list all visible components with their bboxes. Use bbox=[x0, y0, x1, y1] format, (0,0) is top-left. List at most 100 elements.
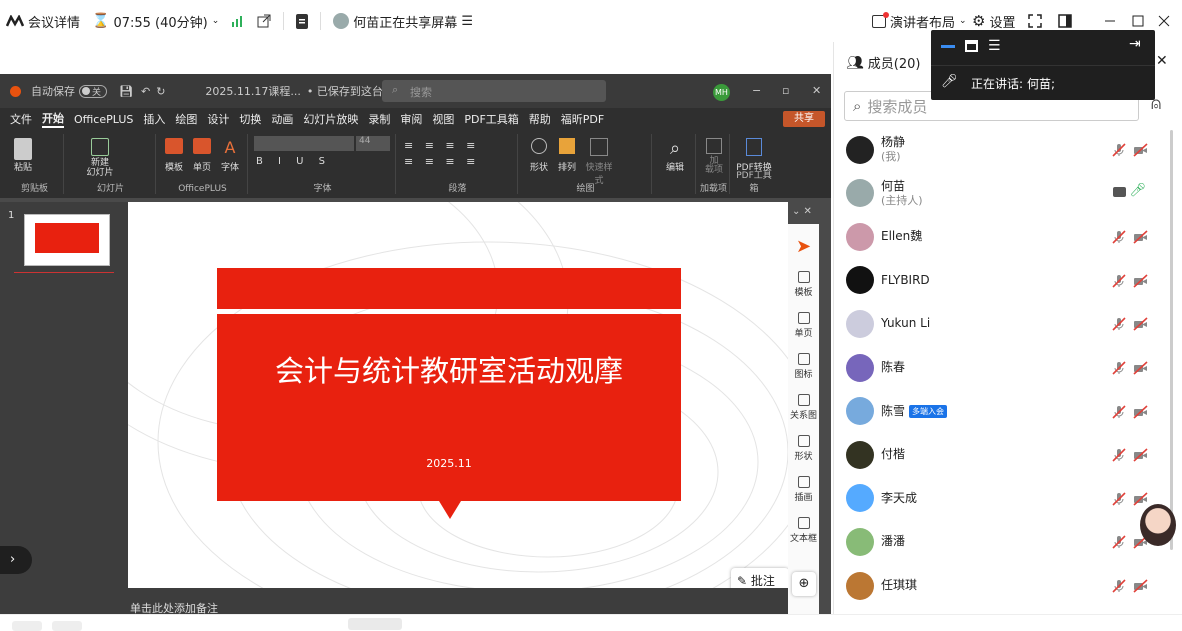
member-row[interactable]: Yukun Li bbox=[834, 302, 1174, 345]
ppt-menu-item[interactable]: 福昕PDF bbox=[561, 111, 604, 127]
side-pane-item[interactable]: 文本框 bbox=[788, 517, 819, 544]
signal-icon[interactable] bbox=[225, 0, 251, 42]
mic-muted-icon[interactable] bbox=[1112, 142, 1126, 157]
toolbar-button[interactable] bbox=[52, 621, 82, 631]
camera-off-icon[interactable] bbox=[1133, 360, 1148, 375]
camera-off-icon[interactable] bbox=[1133, 491, 1148, 506]
template-button[interactable]: 模板 bbox=[162, 138, 186, 173]
side-pane-item[interactable]: 图标 bbox=[788, 353, 819, 380]
mic-muted-icon[interactable] bbox=[1112, 316, 1126, 331]
member-row[interactable]: 陈春 bbox=[834, 346, 1174, 389]
ppt-menu-item[interactable]: 幻灯片放映 bbox=[303, 111, 358, 127]
ppt-menu-item[interactable]: 审阅 bbox=[400, 111, 422, 127]
ppt-menu-item[interactable]: 文件 bbox=[10, 111, 32, 127]
autosave-toggle[interactable]: 关 bbox=[79, 84, 107, 98]
paragraph-buttons[interactable]: ≡ ≡ ≡ ≡ ≡ ≡ ≡ ≡ bbox=[404, 138, 479, 170]
shape-button[interactable]: 形状 bbox=[526, 138, 552, 173]
toolbar-button[interactable] bbox=[12, 621, 42, 631]
annotate-button[interactable]: ✎ 批注 bbox=[731, 568, 788, 588]
share-button[interactable]: 共享 bbox=[783, 111, 825, 127]
mic-muted-icon[interactable] bbox=[1112, 578, 1126, 593]
side-pane-item[interactable]: 形状 bbox=[788, 435, 819, 462]
mic-muted-icon[interactable] bbox=[1112, 273, 1126, 288]
ppt-menu-item[interactable]: 插入 bbox=[143, 111, 165, 127]
mic-muted-icon[interactable] bbox=[1112, 534, 1126, 549]
zoom-button[interactable]: ⊕ bbox=[792, 572, 816, 596]
document-icon[interactable] bbox=[290, 0, 314, 42]
camera-off-icon[interactable] bbox=[1133, 142, 1148, 157]
undo-icon[interactable]: ↶ bbox=[141, 85, 150, 98]
slide-canvas[interactable]: 会计与统计教研室活动观摩 2025.11 ✎ 批注 bbox=[128, 202, 788, 588]
member-row[interactable]: 陈雪 多端入会 bbox=[834, 390, 1174, 433]
new-slide-button[interactable]: 新建 幻灯片 bbox=[80, 138, 120, 178]
close-icon[interactable] bbox=[1152, 0, 1176, 42]
ppt-menu-item[interactable]: OfficePLUS bbox=[74, 113, 133, 126]
mic-muted-icon[interactable] bbox=[1112, 447, 1126, 462]
mic-muted-icon[interactable] bbox=[1112, 404, 1126, 419]
font-format-buttons[interactable]: B I U S bbox=[256, 156, 331, 167]
member-row[interactable]: 潘潘 bbox=[834, 520, 1174, 563]
camera-off-icon[interactable] bbox=[1133, 578, 1148, 593]
font-button[interactable]: A 字体 bbox=[218, 138, 242, 173]
mic-on-icon[interactable]: 🎤︎ bbox=[1129, 183, 1146, 198]
member-row[interactable]: 任琪琪 bbox=[834, 564, 1174, 607]
mic-muted-icon[interactable] bbox=[1112, 491, 1126, 506]
paste-button[interactable]: 粘贴 bbox=[10, 138, 36, 173]
mic-muted-icon[interactable] bbox=[1112, 360, 1126, 375]
quick-style-button[interactable]: 快速样式 bbox=[582, 138, 616, 186]
user-avatar[interactable]: MH bbox=[713, 84, 730, 101]
ppt-menu-item[interactable]: 录制 bbox=[368, 111, 390, 127]
ppt-menu-item[interactable]: 绘图 bbox=[175, 111, 197, 127]
panel-close-icon[interactable]: ✕ bbox=[1156, 53, 1168, 69]
notes-area[interactable]: 单击此处添加备注 bbox=[128, 588, 788, 614]
ppt-search-input[interactable]: ⌕ 搜索 bbox=[382, 80, 606, 102]
font-size-select[interactable]: 44 bbox=[356, 136, 390, 151]
camera-off-icon[interactable] bbox=[1133, 404, 1148, 419]
mic-muted-icon[interactable] bbox=[1112, 229, 1126, 244]
ppt-close-icon[interactable]: ✕ bbox=[812, 84, 821, 97]
popout-icon[interactable] bbox=[251, 0, 277, 42]
member-row[interactable]: FLYBIRD bbox=[834, 259, 1174, 302]
minimize-widget-icon[interactable] bbox=[941, 44, 955, 48]
single-page-button[interactable]: 单页 bbox=[190, 138, 214, 173]
assistant-avatar[interactable] bbox=[1140, 504, 1176, 546]
side-pane-item[interactable]: 插画 bbox=[788, 476, 819, 503]
meeting-details-button[interactable]: 会议详情 bbox=[0, 0, 86, 42]
toolbar-button-active[interactable] bbox=[348, 618, 402, 630]
ppt-menu-item[interactable]: 开始 bbox=[42, 110, 64, 128]
side-pane-item[interactable]: 模板 bbox=[788, 271, 819, 298]
arrange-button[interactable]: 排列 bbox=[554, 138, 580, 173]
collapse-widget-icon[interactable]: ⇥ bbox=[1129, 36, 1141, 52]
member-row[interactable]: Ellen魏 bbox=[834, 215, 1174, 258]
edit-button[interactable]: ⌕ 编辑 bbox=[660, 138, 690, 173]
camera-off-icon[interactable] bbox=[1133, 316, 1148, 331]
camera-off-icon[interactable] bbox=[1133, 273, 1148, 288]
camera-off-icon[interactable] bbox=[1133, 447, 1148, 462]
side-pane-item[interactable]: 关系图 bbox=[788, 394, 819, 421]
font-name-select[interactable] bbox=[254, 136, 354, 151]
members-scrollbar[interactable] bbox=[1170, 130, 1173, 550]
member-row[interactable]: 杨静 (我) bbox=[834, 128, 1174, 171]
list-widget-icon[interactable]: ☰ bbox=[988, 38, 1001, 54]
member-row[interactable]: 李天成 bbox=[834, 477, 1174, 520]
member-row[interactable]: 付楷 bbox=[834, 433, 1174, 476]
expand-tab-button[interactable]: › bbox=[0, 546, 32, 574]
ppt-menu-item[interactable]: 切换 bbox=[239, 111, 261, 127]
ppt-restore-icon[interactable]: ▫ bbox=[782, 84, 789, 97]
window-widget-icon[interactable] bbox=[965, 40, 978, 52]
ppt-menu-item[interactable]: 帮助 bbox=[529, 111, 551, 127]
save-icon[interactable]: 💾︎ bbox=[119, 85, 133, 98]
side-pane-item[interactable]: 单页 bbox=[788, 312, 819, 339]
slide-thumbnail[interactable] bbox=[24, 214, 110, 266]
member-row[interactable]: 何苗 (主持人) 🎤︎ bbox=[834, 172, 1174, 215]
sharing-status[interactable]: 何苗正在共享屏幕 ☰ bbox=[327, 0, 479, 42]
ppt-menu-item[interactable]: PDF工具箱 bbox=[464, 111, 518, 127]
ppt-menu-item[interactable]: 视图 bbox=[432, 111, 454, 127]
ppt-minimize-icon[interactable]: − bbox=[752, 84, 761, 97]
pane-collapse-icon[interactable]: ⌄ ✕ bbox=[792, 206, 812, 217]
timer[interactable]: ⌛ 07:55 (40分钟) ⌄ bbox=[86, 0, 225, 42]
camera-off-icon[interactable] bbox=[1133, 229, 1148, 244]
ppt-menu-item[interactable]: 设计 bbox=[207, 111, 229, 127]
ppt-menu-item[interactable]: 动画 bbox=[271, 111, 293, 127]
redo-icon[interactable]: ↻ bbox=[156, 85, 165, 98]
